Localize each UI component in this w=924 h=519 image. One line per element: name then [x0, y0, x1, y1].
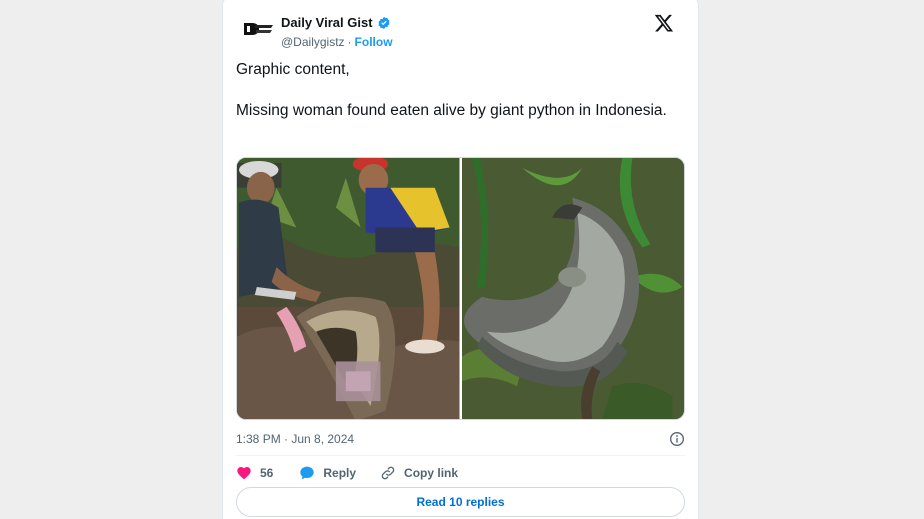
display-name[interactable]: Daily Viral Gist	[281, 15, 373, 30]
photo-python-in-forest	[461, 158, 684, 419]
reply-button[interactable]: Reply	[299, 465, 356, 481]
copy-link-button[interactable]: Copy link	[380, 465, 458, 481]
speech-bubble-icon	[300, 466, 315, 480]
copy-link-label: Copy link	[404, 466, 459, 480]
info-icon[interactable]	[669, 431, 685, 447]
verified-badge-icon	[377, 16, 390, 29]
tweet-text: Graphic content, Missing woman found eat…	[236, 59, 676, 121]
tweet-text-line-2: Missing woman found eaten alive by giant…	[236, 102, 667, 119]
separator-dot: ·	[347, 35, 352, 49]
like-count: 56	[260, 466, 274, 480]
name-row: Daily Viral Gist	[281, 15, 391, 30]
user-handle[interactable]: @Dailygistz	[281, 35, 345, 49]
heart-icon	[237, 467, 251, 480]
media-photo-right[interactable]	[461, 158, 684, 419]
read-replies-label: Read 10 replies	[416, 495, 505, 509]
tweet-embed-card: Daily Viral Gist @Dailygistz · Follow Gr…	[222, 0, 699, 519]
like-button[interactable]: 56	[236, 465, 273, 481]
reply-label: Reply	[323, 466, 357, 480]
handle-row: @Dailygistz · Follow	[281, 35, 393, 49]
tweet-header: Daily Viral Gist @Dailygistz · Follow	[223, 0, 698, 55]
tweet-actions: 56 Reply Copy link	[236, 465, 482, 481]
read-replies-button[interactable]: Read 10 replies	[236, 487, 685, 517]
follow-button[interactable]: Follow	[355, 35, 393, 49]
x-logo-icon[interactable]	[654, 13, 674, 33]
link-icon	[381, 466, 395, 480]
divider	[236, 455, 685, 456]
timestamp-row: 1:38 PM · Jun 8, 2024	[236, 431, 685, 447]
logo-avatar-icon	[244, 23, 273, 35]
media-photo-left[interactable]	[237, 158, 460, 419]
avatar[interactable]	[240, 21, 276, 37]
tweet-timestamp[interactable]: 1:38 PM · Jun 8, 2024	[236, 432, 354, 446]
tweet-media[interactable]	[236, 157, 685, 420]
photo-men-with-python	[237, 158, 460, 419]
tweet-text-line-1: Graphic content,	[236, 61, 350, 78]
